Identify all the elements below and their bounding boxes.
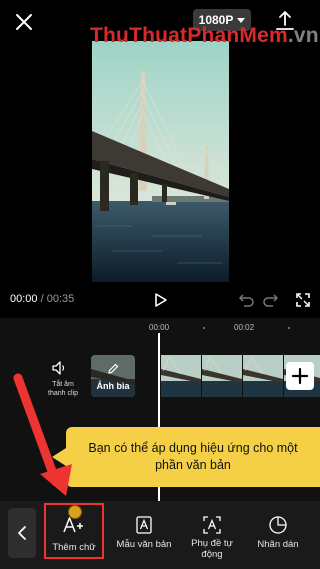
- ruler-label: 00:00: [149, 323, 170, 332]
- text-template-icon: [136, 516, 152, 534]
- time-separator: /: [37, 293, 47, 305]
- clip-frame: [161, 355, 201, 397]
- text-template-button[interactable]: Mẫu văn bản: [112, 505, 176, 563]
- watermark-part3: .vn: [287, 24, 319, 47]
- time-display: 00:00 / 00:35: [10, 293, 74, 305]
- auto-captions-button[interactable]: Phụ đề tự động: [180, 505, 244, 563]
- watermark-part2: PhanMem: [187, 24, 288, 47]
- ruler-dot: [288, 327, 290, 329]
- sticker-label: Nhãn dán: [257, 539, 299, 550]
- duration: 00:35: [46, 293, 75, 305]
- clip-frame: [202, 355, 242, 397]
- video-preview: [92, 41, 229, 282]
- ruler-label: 00:02: [234, 323, 255, 332]
- watermark: ThuThuatPhanMem.vn: [90, 24, 319, 48]
- watermark-part1: ThuThuat: [90, 24, 188, 47]
- close-icon[interactable]: [10, 8, 38, 36]
- current-time: 00:00: [10, 293, 38, 305]
- auto-captions-icon: [203, 516, 221, 534]
- add-clip-button[interactable]: [286, 362, 314, 390]
- sticker-icon: [269, 516, 287, 534]
- clip-frame: [243, 355, 283, 397]
- annotation-arrow-icon: [13, 373, 72, 496]
- auto-captions-label: Phụ đề tự động: [191, 538, 233, 560]
- redo-icon[interactable]: [263, 291, 281, 309]
- text-template-label: Mẫu văn bản: [116, 539, 172, 550]
- sticker-button[interactable]: Nhãn dán: [246, 505, 310, 563]
- back-button[interactable]: [8, 508, 36, 558]
- play-icon[interactable]: [150, 290, 170, 310]
- touch-point: [68, 505, 82, 519]
- chevron-left-icon: [18, 526, 26, 540]
- fullscreen-icon[interactable]: [294, 291, 312, 309]
- undo-icon[interactable]: [236, 291, 254, 309]
- chevron-down-icon: [237, 17, 246, 23]
- ruler-dot: [203, 327, 205, 329]
